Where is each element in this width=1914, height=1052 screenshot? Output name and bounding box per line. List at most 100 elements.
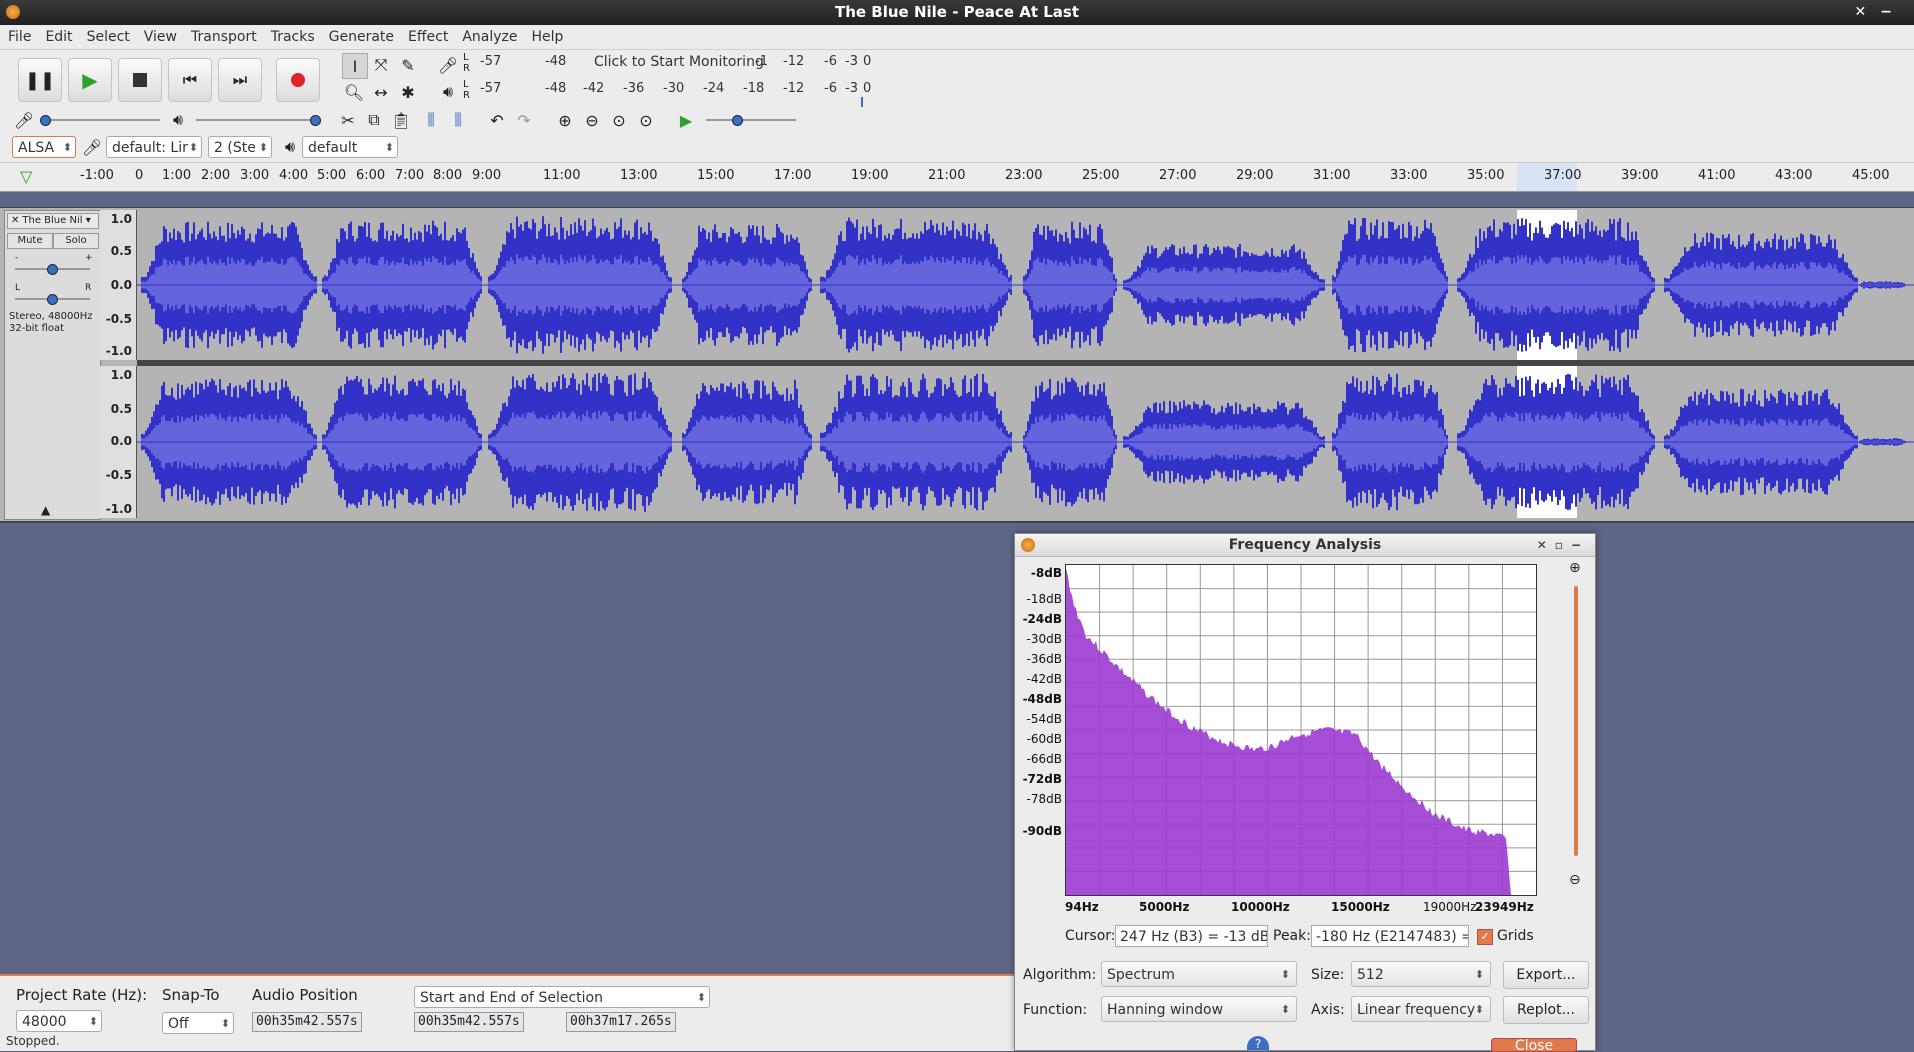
grids-checkbox[interactable]: ✓ xyxy=(1477,929,1493,945)
record-button[interactable] xyxy=(276,58,320,102)
snap-to-label: Snap-To xyxy=(162,986,220,1004)
record-meter[interactable]: -57 -48 Click to Start Monitoring -1 -12… xyxy=(475,52,875,74)
fit-project-icon[interactable]: ⊙ xyxy=(634,108,658,132)
solo-button[interactable]: Solo xyxy=(53,233,99,249)
play-volume-slider[interactable] xyxy=(196,115,321,126)
audio-position-field[interactable]: 00h35m42.557s xyxy=(252,1012,362,1032)
redo-icon[interactable]: ↷ xyxy=(512,108,536,132)
audio-host-select[interactable]: ALSA xyxy=(12,136,76,159)
record-volume-slider[interactable] xyxy=(40,115,160,126)
menu-select[interactable]: Select xyxy=(80,25,137,49)
y-tick-label: -42dB xyxy=(1026,672,1062,686)
timeline-ruler[interactable]: ▽ -1:00 0 1:00 2:00 3:00 4:00 5:00 6:00 … xyxy=(0,163,1914,192)
export-button[interactable]: Export... xyxy=(1503,961,1589,989)
peak-field[interactable]: -180 Hz (E2147483) = xyxy=(1311,925,1469,947)
ruler-tick: 1:00 xyxy=(162,168,192,183)
stop-button[interactable] xyxy=(118,58,162,102)
y-tick-label: -18dB xyxy=(1026,592,1062,606)
playback-device-select[interactable]: default xyxy=(302,136,398,159)
ruler-tick: 35:00 xyxy=(1467,168,1505,183)
zoom-tool-icon[interactable]: 🔍︎ xyxy=(342,80,366,104)
x-tick-label: 19000Hz xyxy=(1423,900,1477,914)
silence-icon[interactable]: ⫼ xyxy=(446,108,470,132)
play-meter[interactable]: -57 -48 -42 -36 -30 -24 -18 -12 -6 -3 0 xyxy=(475,79,875,107)
snap-to-select[interactable]: Off xyxy=(162,1012,234,1035)
menu-transport[interactable]: Transport xyxy=(184,25,264,49)
function-select[interactable]: Hanning window xyxy=(1101,996,1297,1023)
menu-generate[interactable]: Generate xyxy=(322,25,401,49)
envelope-tool-icon[interactable]: ⤧ xyxy=(369,53,393,77)
paste-icon[interactable]: 📋︎ xyxy=(389,108,413,132)
menu-help[interactable]: Help xyxy=(525,25,571,49)
recording-device-select[interactable]: default: Lir xyxy=(106,136,202,159)
toolbars: ❚❚ ▶ ⏮ ⏭ I ⤧ ✎ 🔍︎ ↔ ✱ 🎤︎ 🔊︎ LR LR -57 -4… xyxy=(0,50,1914,163)
ruler-tick: 27:00 xyxy=(1159,168,1197,183)
selection-end-field[interactable]: 00h37m17.265s xyxy=(566,1012,676,1032)
window-controls[interactable]: ✕− xyxy=(1855,0,1906,25)
stop-icon xyxy=(133,73,147,87)
axis-select[interactable]: Linear frequency xyxy=(1351,996,1491,1023)
pause-button[interactable]: ❚❚ xyxy=(18,58,62,102)
cut-icon[interactable]: ✂ xyxy=(336,108,360,132)
menu-edit[interactable]: Edit xyxy=(38,25,79,49)
menu-effect[interactable]: Effect xyxy=(401,25,455,49)
zoom-in-icon[interactable]: ⊕ xyxy=(1569,560,1581,576)
gain-slider[interactable] xyxy=(15,264,90,275)
size-label: Size: xyxy=(1311,967,1345,983)
ruler-tick: 4:00 xyxy=(279,168,309,183)
zoom-in-icon[interactable]: ⊕ xyxy=(553,108,577,132)
fit-selection-icon[interactable]: ⊙ xyxy=(607,108,631,132)
menu-tracks[interactable]: Tracks xyxy=(264,25,322,49)
zoom-slider[interactable] xyxy=(1574,586,1578,856)
ruler-tick: 5:00 xyxy=(317,168,347,183)
selection-tool-icon[interactable]: I xyxy=(342,53,368,79)
dialog-title-bar[interactable]: Frequency Analysis ✕▫− xyxy=(1015,534,1595,557)
menu-view[interactable]: View xyxy=(137,25,184,49)
draw-tool-icon[interactable]: ✎ xyxy=(396,53,420,77)
play-at-speed-icon[interactable]: ▶ xyxy=(674,108,698,132)
zoom-out-icon[interactable]: ⊖ xyxy=(1569,872,1581,888)
function-label: Function: xyxy=(1023,1002,1088,1018)
play-meter-speaker-icon[interactable]: 🔊︎ xyxy=(436,80,460,104)
frequency-analysis-dialog: Frequency Analysis ✕▫− -8dB -18dB -24dB -30… xyxy=(1014,533,1596,1052)
collapse-track-icon[interactable]: ▲ xyxy=(41,503,50,517)
skip-end-button[interactable]: ⏭ xyxy=(218,58,262,102)
menu-file[interactable]: File xyxy=(0,25,38,49)
play-button[interactable]: ▶ xyxy=(68,58,112,102)
timeshift-tool-icon[interactable]: ↔ xyxy=(369,80,393,104)
ruler-tick: 31:00 xyxy=(1313,168,1351,183)
x-tick-label: 5000Hz xyxy=(1139,900,1190,914)
multi-tool-icon[interactable]: ✱ xyxy=(396,80,420,104)
ruler-tick: 0 xyxy=(135,168,144,183)
play-head-icon[interactable]: ▽ xyxy=(20,167,32,186)
close-button[interactable]: Close xyxy=(1491,1038,1577,1052)
spectrum-plot[interactable] xyxy=(1065,564,1537,896)
size-select[interactable]: 512 xyxy=(1351,961,1491,988)
project-rate-select[interactable]: 48000 xyxy=(16,1010,102,1033)
selection-mode-select[interactable]: Start and End of Selection xyxy=(414,986,710,1009)
x-tick-label: 23949Hz xyxy=(1475,900,1534,914)
pan-slider[interactable] xyxy=(15,294,90,305)
menu-analyze[interactable]: Analyze xyxy=(455,25,524,49)
play-speed-slider[interactable] xyxy=(706,115,796,126)
dialog-window-controls[interactable]: ✕▫− xyxy=(1537,534,1589,556)
ruler-tick: 6:00 xyxy=(356,168,386,183)
skip-start-button[interactable]: ⏮ xyxy=(168,58,212,102)
mute-button[interactable]: Mute xyxy=(7,233,53,249)
dialog-title: Frequency Analysis xyxy=(1228,537,1382,553)
replot-button[interactable]: Replot... xyxy=(1503,996,1589,1024)
undo-icon[interactable]: ↶ xyxy=(485,108,509,132)
algorithm-select[interactable]: Spectrum xyxy=(1101,961,1297,988)
zoom-out-icon[interactable]: ⊖ xyxy=(580,108,604,132)
selection-start-field[interactable]: 00h35m42.557s xyxy=(414,1012,524,1032)
recording-channels-select[interactable]: 2 (Ste xyxy=(208,136,272,159)
track-name-menu[interactable]: ✕ The Blue Nil ▾ xyxy=(7,213,99,229)
record-meter-mic-icon[interactable]: 🎤︎ xyxy=(436,53,460,77)
copy-icon[interactable]: ⧉ xyxy=(362,108,386,132)
help-button[interactable]: ? xyxy=(1247,1036,1269,1051)
cursor-field[interactable]: 247 Hz (B3) = -13 dB xyxy=(1115,925,1268,947)
skip-end-icon: ⏭ xyxy=(232,70,248,89)
waveform[interactable] xyxy=(137,210,1914,518)
track-control-panel[interactable]: ✕ The Blue Nil ▾ Mute Solo - + L R Stereo… xyxy=(4,210,101,520)
trim-icon[interactable]: ⫼ xyxy=(419,108,443,132)
